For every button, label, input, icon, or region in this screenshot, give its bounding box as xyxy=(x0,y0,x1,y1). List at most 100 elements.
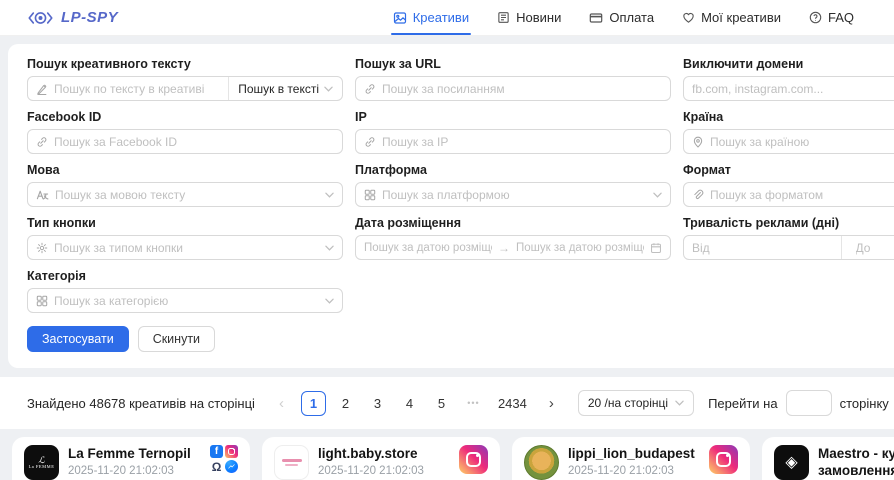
facebook-id-input[interactable] xyxy=(54,130,334,153)
page-size-select[interactable]: 20 /на сторінці xyxy=(578,390,694,416)
nav-tab-my-creatives[interactable]: Мої креативи xyxy=(682,0,781,35)
avatar xyxy=(524,445,559,480)
avatar-label: La FEMME xyxy=(29,464,55,469)
exclude-domains-input[interactable] xyxy=(692,77,894,100)
goto-suffix: сторінку xyxy=(840,396,889,411)
field-label: Формат xyxy=(683,163,894,177)
audience-network-icon: Ω xyxy=(210,460,223,473)
date-range-picker[interactable]: → xyxy=(355,235,671,260)
filter-panel: Пошук креативного тексту Пошук в тексті xyxy=(8,44,894,368)
chevron-down-icon xyxy=(325,245,334,251)
instagram-icon xyxy=(459,445,488,474)
button-type-select[interactable] xyxy=(54,236,319,259)
url-input[interactable] xyxy=(382,77,662,100)
field-label: Платформа xyxy=(355,163,671,177)
field-label: Дата розміщення xyxy=(355,216,671,230)
chevron-down-icon xyxy=(324,86,333,92)
avatar: ℒ La FEMME xyxy=(24,445,59,480)
pagination-next-button[interactable]: › xyxy=(539,391,564,416)
divider xyxy=(841,236,842,259)
creative-name: Maestro - кухні, меблі на замовлення в У… xyxy=(818,446,894,480)
date-to-input[interactable] xyxy=(516,236,644,259)
calendar-icon xyxy=(650,242,662,254)
creative-text-input[interactable] xyxy=(54,82,214,96)
page-size-value: 20 /на сторінці xyxy=(588,396,668,410)
field-country: Країна xyxy=(683,110,894,154)
nav-label: Оплата xyxy=(609,10,654,25)
paperclip-icon xyxy=(692,189,704,201)
goto-page: Перейти на сторінку xyxy=(708,390,889,416)
pagination-page-2[interactable]: 2 xyxy=(333,391,358,416)
nav-label: Креативи xyxy=(413,10,469,25)
ip-input[interactable] xyxy=(382,130,662,153)
heart-icon xyxy=(682,11,695,24)
brand-title: LP-SPY xyxy=(61,9,118,26)
creative-card[interactable]: lippi_lion_budapest 2025-11-20 21:02:03 … xyxy=(512,437,750,480)
duration-to-input[interactable] xyxy=(848,236,894,259)
nav-tab-creatives[interactable]: Креативи xyxy=(393,0,469,35)
creative-name: La Femme Ternopil xyxy=(68,446,201,463)
field-duration: Тривалість реклами (дні) xyxy=(683,216,894,260)
field-label: Виключити домени xyxy=(683,57,894,71)
creative-name: light.baby.store xyxy=(318,446,450,463)
country-input[interactable] xyxy=(710,130,894,153)
nav-tab-payment[interactable]: Оплата xyxy=(589,0,654,35)
reset-button[interactable]: Скинути xyxy=(138,326,215,352)
creative-card[interactable]: light.baby.store 2025-11-20 21:02:03 3 d… xyxy=(262,437,500,480)
nav-tab-news[interactable]: Новини xyxy=(497,0,561,35)
hexagon-logo-icon: ◈ xyxy=(785,455,797,471)
brand-logo[interactable]: LP-SPY xyxy=(27,9,118,27)
pagination-page-last[interactable]: 2434 xyxy=(493,391,532,416)
instagram-icon xyxy=(225,445,238,458)
network-icons: f Ω xyxy=(210,445,238,480)
field-format: Формат xyxy=(683,163,894,207)
chevron-down-icon xyxy=(325,298,334,304)
field-facebook-id: Facebook ID xyxy=(27,110,343,154)
pagination-page-1[interactable]: 1 xyxy=(301,391,326,416)
pagination-ellipsis[interactable]: ••• xyxy=(461,391,486,416)
arrow-right-icon: → xyxy=(498,241,510,255)
field-exclude-domains: Виключити домени xyxy=(683,57,894,101)
results-bar: Знайдено 48678 креативів на сторінці ‹ 1… xyxy=(0,377,894,429)
creative-date: 2025-11-20 21:02:03 xyxy=(568,465,700,477)
credit-card-icon xyxy=(589,11,603,25)
platform-select[interactable] xyxy=(382,183,647,206)
instagram-icon xyxy=(709,445,738,474)
pagination-page-3[interactable]: 3 xyxy=(365,391,390,416)
translate-icon xyxy=(36,188,49,201)
picture-icon xyxy=(393,11,407,25)
format-input[interactable] xyxy=(710,183,894,206)
field-platform: Платформа xyxy=(355,163,671,207)
language-select[interactable] xyxy=(55,183,319,206)
field-ip: IP xyxy=(355,110,671,154)
field-language: Мова xyxy=(27,163,343,207)
edit-icon xyxy=(36,83,48,95)
field-label: IP xyxy=(355,110,671,124)
field-label: Facebook ID xyxy=(27,110,343,124)
category-select[interactable] xyxy=(54,289,319,312)
creative-date: 2025-11-20 21:02:03 xyxy=(68,465,201,477)
chevron-down-icon xyxy=(653,192,662,198)
field-label: Категорія xyxy=(27,269,343,283)
pagination: ‹ 1 2 3 4 5 ••• 2434 › xyxy=(269,391,564,416)
pagination-page-5[interactable]: 5 xyxy=(429,391,454,416)
nav-tab-faq[interactable]: FAQ xyxy=(809,0,854,35)
creative-card[interactable]: ℒ La FEMME La Femme Ternopil 2025-11-20 … xyxy=(12,437,250,480)
field-url: Пошук за URL xyxy=(355,57,671,101)
goto-prefix: Перейти на xyxy=(708,396,778,411)
text-search-mode-select[interactable]: Пошук в тексті xyxy=(228,77,342,100)
facebook-icon: f xyxy=(210,445,223,458)
pagination-prev-button[interactable]: ‹ xyxy=(269,391,294,416)
field-button-type: Тип кнопки xyxy=(27,216,343,260)
duration-from-input[interactable] xyxy=(684,236,835,259)
field-label: Тривалість реклами (дні) xyxy=(683,216,894,230)
creative-card[interactable]: ◈ Maestro - кухні, меблі на замовлення в… xyxy=(762,437,894,480)
date-from-input[interactable] xyxy=(364,236,492,259)
field-placement-date: Дата розміщення → xyxy=(355,216,671,260)
goto-page-input[interactable] xyxy=(786,390,832,416)
apply-button[interactable]: Застосувати xyxy=(27,326,129,352)
field-label: Пошук креативного тексту xyxy=(27,57,343,71)
field-category: Категорія xyxy=(27,269,343,313)
question-icon xyxy=(809,11,822,24)
pagination-page-4[interactable]: 4 xyxy=(397,391,422,416)
